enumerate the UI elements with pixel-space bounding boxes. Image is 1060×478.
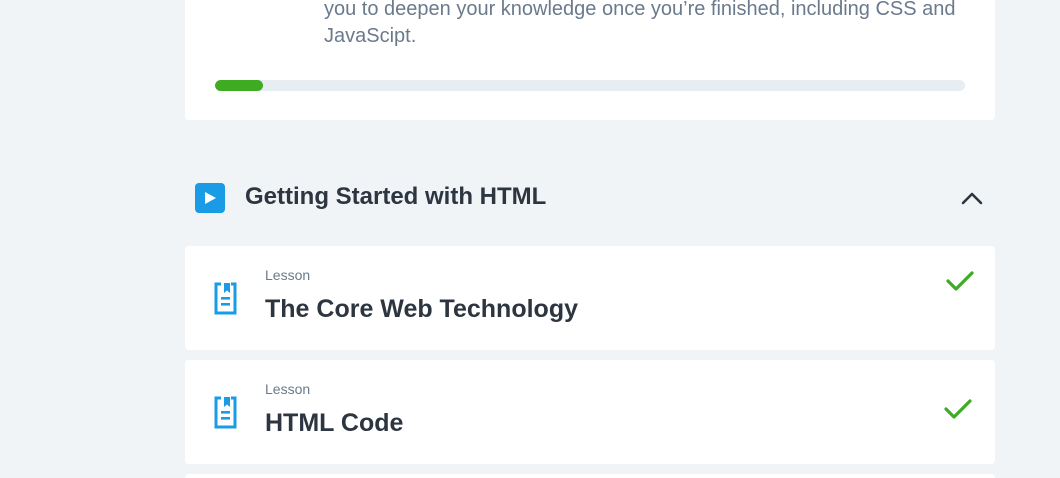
course-description-line-1: you to deepen your knowledge once you’re… bbox=[324, 0, 956, 20]
section-title: Getting Started with HTML bbox=[245, 183, 547, 210]
check-icon bbox=[946, 271, 974, 291]
lesson-card[interactable]: Lesson The Core Web Technology bbox=[185, 246, 995, 350]
course-progress-fill bbox=[215, 80, 263, 91]
chevron-up-icon bbox=[961, 192, 983, 205]
course-page: you to deepen your knowledge once you’re… bbox=[0, 0, 1060, 478]
lesson-type-label: Lesson bbox=[265, 381, 311, 397]
collapse-section-button[interactable] bbox=[957, 186, 987, 210]
check-icon bbox=[944, 399, 972, 419]
next-lesson-card[interactable] bbox=[185, 474, 995, 478]
document-icon bbox=[214, 396, 237, 429]
course-progress-bar bbox=[215, 80, 965, 91]
course-description: you to deepen your knowledge once you’re… bbox=[324, 0, 974, 50]
course-description-line-2: JavaScipt. bbox=[324, 25, 417, 47]
course-intro-card: you to deepen your knowledge once you’re… bbox=[185, 0, 995, 120]
lesson-card[interactable]: Lesson HTML Code bbox=[185, 360, 995, 464]
section-header[interactable]: Getting Started with HTML bbox=[185, 172, 995, 222]
lesson-type-label: Lesson bbox=[265, 267, 311, 283]
lesson-title[interactable]: The Core Web Technology bbox=[265, 295, 578, 324]
play-icon bbox=[195, 183, 225, 213]
lesson-title[interactable]: HTML Code bbox=[265, 409, 403, 438]
document-icon bbox=[214, 282, 237, 315]
